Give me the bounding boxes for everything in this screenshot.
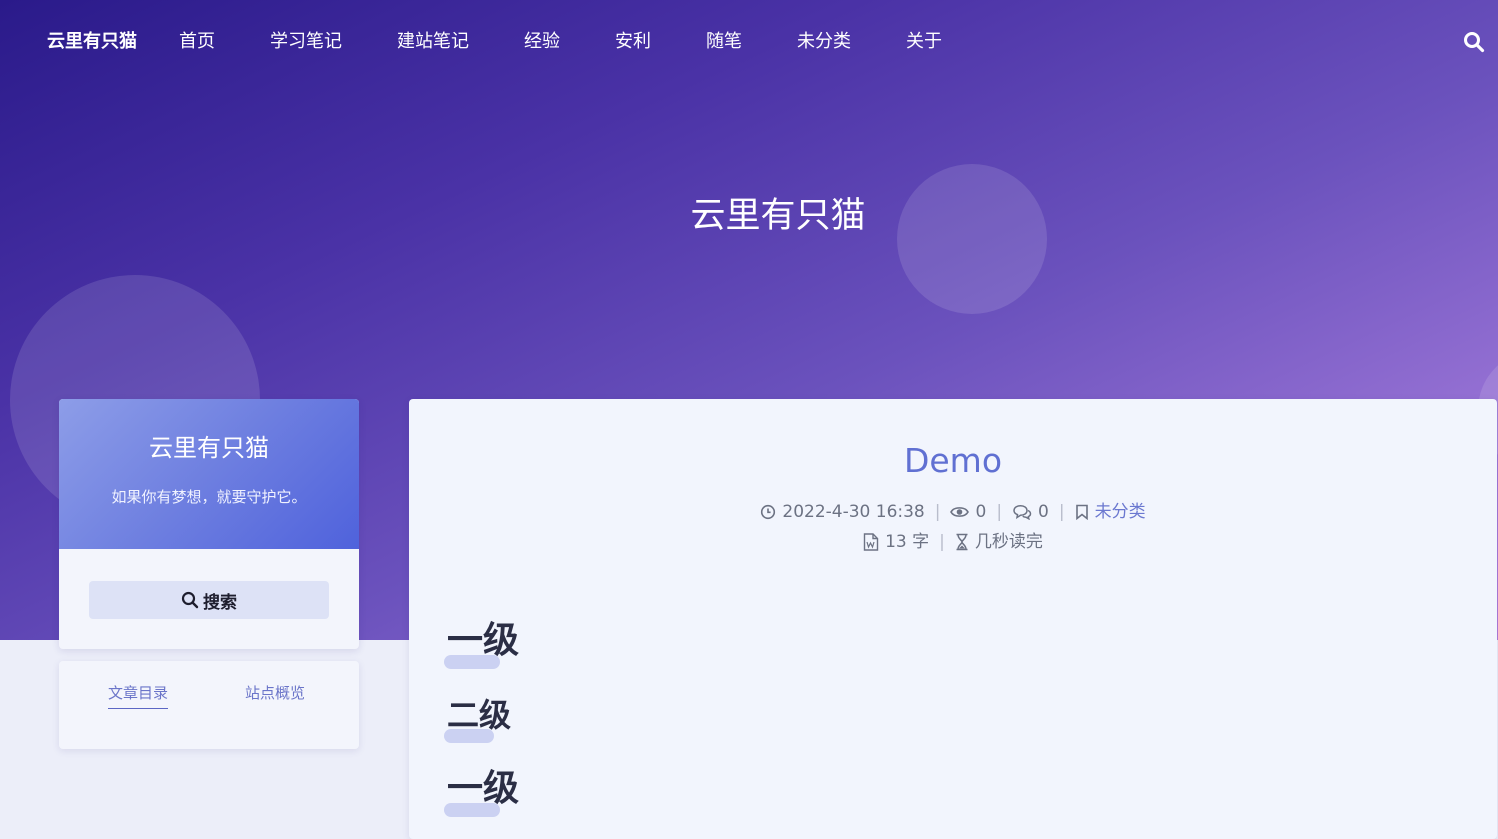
post-comments: 0: [1038, 502, 1049, 522]
post-heading: 二级: [444, 693, 512, 743]
meta-separator: |: [939, 532, 945, 552]
sidebar-motto: 如果你有梦想，就要守护它。: [111, 488, 307, 506]
post-heading-text: 一级: [447, 768, 520, 809]
nav-item-recommend[interactable]: 安利: [615, 30, 651, 54]
word-file-icon: [863, 533, 879, 551]
sidebar-toc-card: 文章目录 站点概览: [59, 661, 359, 749]
post-heading: 一级: [444, 767, 520, 817]
tab-toc[interactable]: 文章目录: [108, 681, 169, 709]
brand-logo[interactable]: 云里有只猫: [47, 30, 137, 54]
sidebar-card-header: 云里有只猫 如果你有梦想，就要守护它。: [59, 399, 359, 549]
nav-item-experience[interactable]: 经验: [524, 30, 560, 54]
post-views: 0: [975, 502, 987, 522]
post-meta-primary: 2022-4-30 16:38 | 0 | 0 | 未分类: [409, 500, 1497, 524]
bookmark-icon: [1075, 504, 1088, 520]
meta-separator: |: [1058, 502, 1065, 522]
post-heading-text: 二级: [447, 696, 512, 734]
nav-item-site-notes[interactable]: 建站笔记: [397, 30, 469, 54]
nav-item-essays[interactable]: 随笔: [706, 30, 742, 54]
post-card: Demo 2022-4-30 16:38 | 0 | 0 | 未分类 13 字 …: [409, 399, 1497, 839]
post-read-time: 几秒读完: [974, 532, 1043, 552]
nav-item-uncategorized[interactable]: 未分类: [797, 30, 851, 54]
hero-site-title: 云里有只猫: [690, 196, 866, 236]
sidebar-search-label: 搜索: [203, 592, 237, 612]
post-heading-text: 一级: [447, 620, 520, 661]
sidebar-site-name: 云里有只猫: [149, 434, 269, 462]
post-date: 2022-4-30 16:38: [782, 502, 925, 522]
nav-item-home[interactable]: 首页: [179, 30, 215, 54]
meta-separator: |: [996, 502, 1003, 522]
post-title[interactable]: Demo: [409, 439, 1497, 483]
nav-item-about[interactable]: 关于: [906, 30, 942, 54]
post-category-link[interactable]: 未分类: [1095, 500, 1146, 524]
tab-site-overview[interactable]: 站点概览: [245, 681, 305, 705]
post-meta-secondary: 13 字 | 几秒读完: [409, 530, 1497, 554]
search-icon[interactable]: [1463, 31, 1487, 55]
sidebar-search-button[interactable]: 搜索: [89, 581, 329, 619]
post-heading: 一级: [444, 619, 520, 669]
search-icon: [181, 591, 199, 609]
eye-icon: [950, 507, 970, 517]
clock-icon: [761, 504, 776, 520]
post-word-count: 13 字: [885, 532, 930, 552]
meta-separator: |: [934, 502, 941, 522]
comments-icon: [1013, 505, 1032, 520]
nav-item-study-notes[interactable]: 学习笔记: [270, 30, 342, 54]
top-navbar: 云里有只猫 首页 学习笔记 建站笔记 经验 安利 随笔 未分类 关于: [0, 0, 1498, 84]
sidebar-profile-card: 云里有只猫 如果你有梦想，就要守护它。 搜索: [59, 399, 359, 649]
hourglass-icon: [956, 533, 968, 551]
